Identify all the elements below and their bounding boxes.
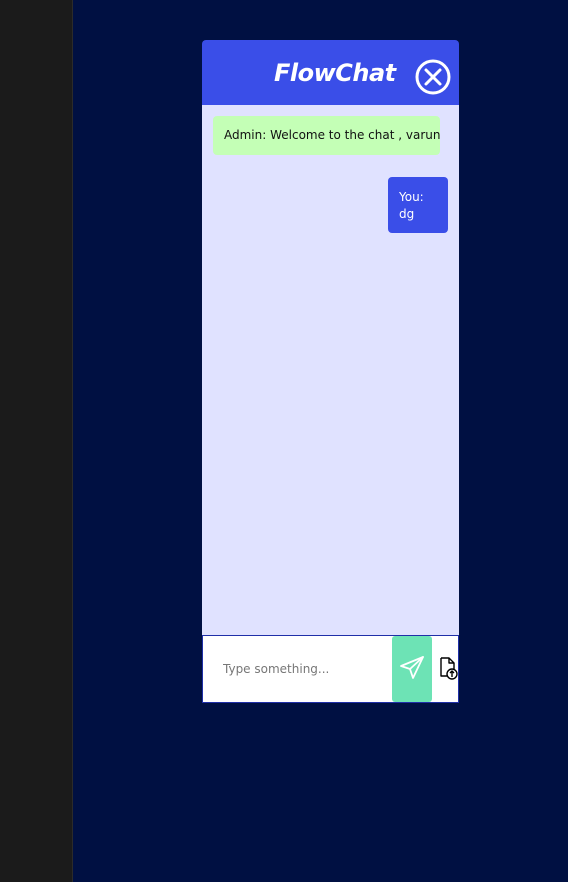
own-message-text: dg — [399, 207, 415, 221]
send-button[interactable] — [392, 636, 432, 702]
composer — [202, 635, 459, 703]
side-panel — [0, 0, 73, 882]
admin-message: Admin: Welcome to the chat , varun — [213, 116, 440, 155]
own-message: You: dg — [388, 177, 448, 233]
message-list: Admin: Welcome to the chat , varun You: … — [202, 105, 459, 635]
chat-header: FlowChat — [202, 40, 459, 105]
paper-plane-icon — [400, 656, 424, 679]
close-button[interactable] — [415, 59, 451, 95]
close-circle-icon — [415, 59, 451, 95]
file-upload-icon — [440, 657, 458, 680]
message-input[interactable] — [211, 646, 389, 692]
own-message-sender: You: — [399, 190, 424, 204]
attach-file-button[interactable] — [439, 657, 459, 681]
chat-title: FlowChat — [274, 59, 396, 87]
chat-window: FlowChat Admin: Welcome to the chat , va… — [202, 40, 459, 703]
